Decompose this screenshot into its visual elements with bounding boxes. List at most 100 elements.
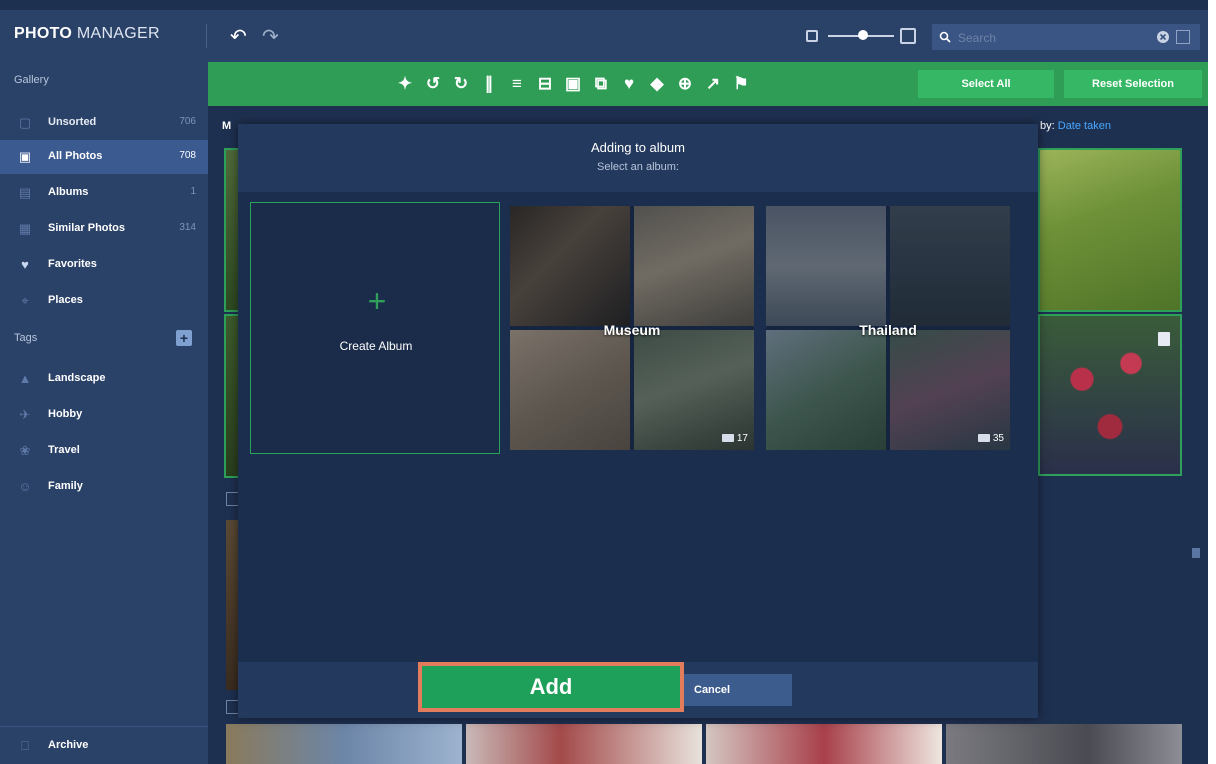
heart-icon: ♥	[21, 257, 29, 272]
photo-thumbnail[interactable]	[466, 724, 702, 764]
sidebar: Gallery ▢ Unsorted 706 ▣ All Photos 708 …	[0, 62, 208, 764]
magic-wand-icon[interactable]: ✦	[396, 74, 414, 94]
sidebar-item-count: 708	[179, 150, 196, 161]
app-title: PHOTO MANAGER	[14, 25, 160, 42]
sidebar-tag-travel[interactable]: ❀ Travel	[0, 434, 208, 468]
photo-thumbnail[interactable]	[706, 724, 942, 764]
album-name: Museum	[603, 322, 661, 338]
scrollbar-thumb[interactable]	[1192, 548, 1200, 558]
photo-thumbnail[interactable]	[946, 724, 1182, 764]
tag-label: Hobby	[48, 408, 83, 420]
title-separator	[206, 24, 207, 48]
zoom-slider[interactable]	[806, 26, 916, 46]
sidebar-item-favorites[interactable]: ♥ Favorites	[0, 248, 208, 282]
photo-thumbnail[interactable]	[226, 724, 462, 764]
sidebar-tag-family[interactable]: ☺ Family	[0, 470, 208, 504]
sidebar-item-count: 1	[190, 186, 196, 197]
plus-icon: +	[367, 283, 387, 319]
sidebar-item-label: Albums	[48, 186, 89, 198]
plane-icon: ✈	[19, 407, 31, 422]
tag-label: Family	[48, 480, 83, 492]
dialog-title: Adding to album	[591, 140, 685, 155]
dialog-footer: Cancel Add	[238, 662, 1038, 718]
add-to-album-dialog: Adding to album Select an album: + Creat…	[238, 124, 1038, 718]
archive-row[interactable]: ⎕ Archive	[0, 729, 208, 763]
action-toolbar: ✦ ↺ ↻ ∥ ≡ ⊟ ▣ ⧉ ♥ ◆ ⊕ ↗ ⚑ Select All Res…	[208, 62, 1208, 106]
tag-label: Landscape	[48, 372, 106, 384]
photo-thumbnail[interactable]	[1038, 314, 1182, 476]
share-icon[interactable]: ↗	[704, 74, 722, 94]
sort-by[interactable]: by: Date taken	[1040, 120, 1111, 132]
clear-search-icon[interactable]	[1156, 30, 1170, 44]
delete-icon[interactable]: ⚑	[732, 74, 750, 94]
dialog-subtitle: Select an album:	[597, 161, 679, 173]
section-label: M	[222, 120, 232, 132]
sidebar-item-all-photos[interactable]: ▣ All Photos 708	[0, 140, 208, 174]
add-tag-button[interactable]: +	[176, 330, 192, 346]
search-input[interactable]	[956, 27, 1150, 49]
photo-thumbnail[interactable]	[1038, 148, 1182, 312]
sidebar-item-similar-photos[interactable]: ▦ Similar Photos 314	[0, 212, 208, 246]
sidebar-item-places[interactable]: ⌖ Places	[0, 284, 208, 318]
sidebar-item-label: Places	[48, 294, 83, 306]
landscape-icon: ▲	[18, 371, 32, 386]
sidebar-item-label: All Photos	[48, 150, 103, 162]
sidebar-item-label: Unsorted	[48, 116, 97, 128]
redo-icon[interactable]: ↷	[262, 24, 279, 49]
sidebar-tag-hobby[interactable]: ✈ Hobby	[0, 398, 208, 432]
fit-icon[interactable]: ⊟	[536, 74, 554, 94]
tag-icon[interactable]: ◆	[648, 74, 666, 94]
album-tile-thailand[interactable]: Thailand 35	[766, 206, 1010, 450]
album-tile-museum[interactable]: Museum 17	[510, 206, 754, 450]
zoom-in-icon[interactable]	[900, 28, 916, 44]
family-icon: ☺	[18, 479, 32, 494]
zoom-knob[interactable]	[858, 30, 868, 40]
calendar-icon[interactable]	[1176, 30, 1190, 44]
select-all-button[interactable]: Select All	[918, 70, 1054, 98]
tag-label: Travel	[48, 444, 80, 456]
sidebar-item-albums[interactable]: ▤ Albums 1	[0, 176, 208, 210]
sort-prefix: by:	[1040, 120, 1055, 132]
add-to-album-icon[interactable]: ⊕	[676, 74, 694, 94]
sidebar-item-count: 706	[179, 116, 196, 127]
rotate-left-icon[interactable]: ↺	[424, 74, 442, 94]
sidebar-item-label: Favorites	[48, 258, 97, 270]
create-album-label: Create Album	[339, 339, 413, 353]
crop-icon[interactable]: ▣	[564, 74, 582, 94]
rotate-right-icon[interactable]: ↻	[452, 74, 470, 94]
create-album-tile[interactable]: + Create Album	[250, 202, 500, 454]
palm-icon: ❀	[19, 443, 31, 458]
compare-icon[interactable]: ⧉	[592, 74, 610, 94]
sidebar-item-label: Similar Photos	[48, 222, 126, 234]
title-bar: PHOTO MANAGER ↶ ↷	[0, 10, 1208, 62]
zoom-out-icon[interactable]	[806, 30, 818, 42]
flip-vertical-icon[interactable]: ≡	[508, 74, 526, 94]
albums-icon: ▤	[18, 185, 32, 200]
album-photo-count: 17	[721, 433, 748, 444]
unsorted-icon: ▢	[18, 115, 32, 130]
sort-value[interactable]: Date taken	[1058, 120, 1111, 132]
sidebar-item-unsorted[interactable]: ▢ Unsorted 706	[0, 106, 208, 140]
sidebar-tag-landscape[interactable]: ▲ Landscape	[0, 362, 208, 396]
pin-icon: ⌖	[21, 293, 29, 308]
cancel-button[interactable]: Cancel	[684, 674, 792, 706]
photo-count-icon	[721, 434, 734, 442]
sidebar-item-archive[interactable]: ⎕ Archive	[0, 726, 208, 764]
tags-heading: Tags	[14, 332, 38, 344]
photos-icon: ▣	[18, 149, 32, 164]
archive-label: Archive	[48, 739, 89, 751]
flip-horizontal-icon[interactable]: ∥	[480, 74, 498, 94]
reset-selection-button[interactable]: Reset Selection	[1064, 70, 1202, 98]
similar-icon: ▦	[18, 221, 32, 236]
album-name: Thailand	[859, 322, 917, 338]
search-box[interactable]	[932, 24, 1200, 50]
app-window: PHOTO MANAGER ↶ ↷ Gallery	[0, 0, 1208, 764]
trash-icon: ⎕	[21, 738, 29, 753]
add-button[interactable]: Add	[418, 662, 684, 712]
search-icon	[939, 31, 951, 43]
gallery-heading: Gallery	[14, 74, 49, 86]
favorite-heart-icon[interactable]: ♥	[620, 74, 638, 94]
photo-count-icon	[977, 434, 990, 442]
delete-photo-icon[interactable]	[1158, 332, 1170, 346]
undo-icon[interactable]: ↶	[230, 24, 247, 49]
